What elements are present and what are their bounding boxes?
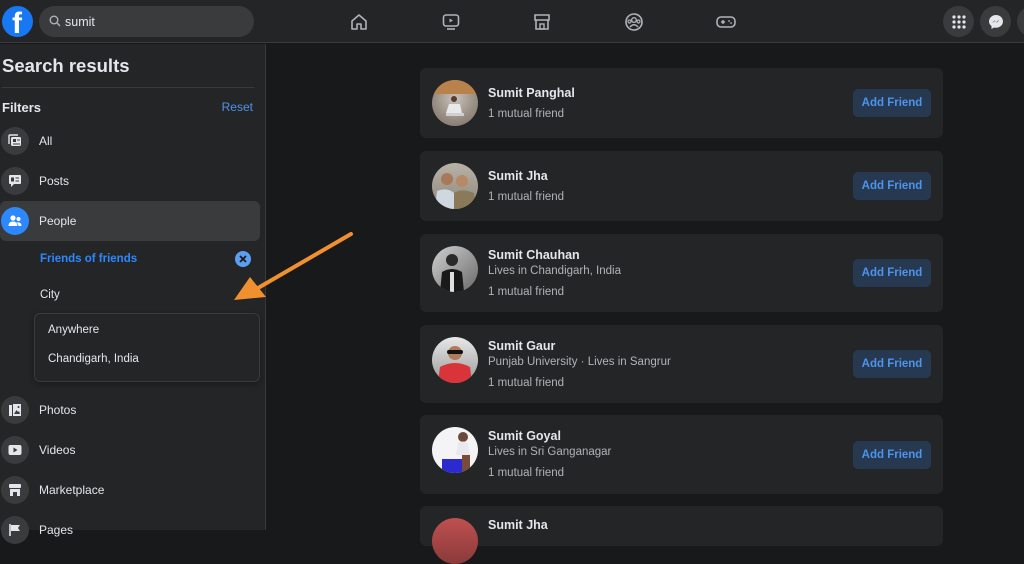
mutual-friends: 1 mutual friend (488, 377, 565, 389)
city-option-chandigarh[interactable]: Chandigarh, India (48, 353, 139, 365)
mutual-friends: 1 mutual friend (488, 286, 565, 298)
divider (2, 87, 254, 88)
menu-button[interactable] (943, 6, 974, 37)
mutual-friends: 1 mutual friend (488, 467, 565, 479)
avatar[interactable] (432, 337, 478, 383)
sidebar-item-label: All (39, 134, 53, 148)
sidebar-item-label: Pages (39, 523, 74, 537)
photos-icon (1, 396, 29, 424)
city-option-anywhere[interactable]: Anywhere (48, 324, 99, 336)
person-name[interactable]: Sumit Jha (488, 169, 548, 183)
search-icon (49, 15, 61, 27)
avatar[interactable] (432, 246, 478, 292)
person-name[interactable]: Sumit Panghal (488, 86, 575, 100)
person-detail: Lives in Chandigarh, India (488, 265, 621, 277)
sidebar-item-label: People (39, 214, 77, 228)
all-results-icon (1, 127, 29, 155)
filters-heading: Filters (2, 100, 42, 115)
facebook-logo[interactable]: f (2, 6, 33, 37)
person-detail: Punjab University · Lives in Sangrur (488, 356, 671, 368)
messenger-icon (988, 14, 1003, 29)
avatar[interactable] (432, 163, 478, 209)
gaming-icon[interactable] (709, 8, 743, 36)
sidebar-item-posts[interactable]: Posts (0, 161, 260, 201)
filter-friends-of-friends[interactable]: Friends of friends (40, 253, 137, 265)
home-icon[interactable] (342, 8, 376, 36)
groups-icon[interactable] (617, 8, 651, 36)
result-card[interactable]: Sumit Gaur Punjab University · Lives in … (420, 325, 943, 403)
menu-grid-icon (951, 14, 966, 29)
mutual-friends: 1 mutual friend (488, 191, 565, 203)
search-filters-sidebar: Search results Filters Reset All Posts P… (0, 44, 266, 544)
add-friend-button[interactable]: Add Friend (853, 172, 931, 200)
add-friend-button[interactable]: Add Friend (853, 259, 931, 287)
sidebar-item-label: Posts (39, 174, 70, 188)
city-dropdown: Anywhere Chandigarh, India (34, 313, 260, 382)
result-card[interactable]: Sumit Goyal Lives in Sri Ganganagar 1 mu… (420, 415, 943, 494)
notifications-button[interactable] (1017, 6, 1024, 37)
person-name[interactable]: Sumit Gaur (488, 339, 555, 353)
person-detail: Lives in Sri Ganganagar (488, 446, 612, 458)
add-friend-button[interactable]: Add Friend (853, 89, 931, 117)
messenger-button[interactable] (980, 6, 1011, 37)
close-icon (239, 255, 247, 263)
sidebar-item-label: Photos (39, 403, 77, 417)
posts-icon (1, 167, 29, 195)
add-friend-button[interactable]: Add Friend (853, 350, 931, 378)
avatar[interactable] (432, 80, 478, 126)
marketplace-icon[interactable] (525, 8, 559, 36)
sidebar-item-photos[interactable]: Photos (0, 390, 260, 430)
sidebar-item-pages[interactable]: Pages (0, 510, 260, 550)
sidebar-item-all[interactable]: All (0, 121, 260, 161)
add-friend-button[interactable]: Add Friend (853, 441, 931, 469)
sidebar-item-people[interactable]: People (0, 201, 260, 241)
reset-filters-link[interactable]: Reset (222, 100, 253, 114)
result-card[interactable]: Sumit Chauhan Lives in Chandigarh, India… (420, 234, 943, 312)
avatar[interactable] (432, 427, 478, 473)
sidebar-item-videos[interactable]: Videos (0, 430, 260, 470)
sidebar-item-label: Marketplace (39, 483, 105, 497)
marketplace-icon (1, 476, 29, 504)
city-filter-label: City (40, 289, 60, 301)
person-name[interactable]: Sumit Chauhan (488, 248, 580, 262)
page-title: Search results (2, 55, 130, 76)
avatar[interactable] (432, 518, 478, 564)
result-card[interactable]: Sumit Panghal 1 mutual friend Add Friend (420, 68, 943, 138)
mutual-friends: 1 mutual friend (488, 108, 565, 120)
videos-icon (1, 436, 29, 464)
result-card[interactable]: Sumit Jha 1 mutual friend Add Friend (420, 151, 943, 221)
top-navigation-bar: f (0, 0, 1024, 43)
search-input[interactable] (65, 6, 245, 37)
search-box[interactable] (39, 6, 254, 37)
clear-filter-button[interactable] (235, 251, 251, 267)
person-name[interactable]: Sumit Goyal (488, 429, 561, 443)
sidebar-item-marketplace[interactable]: Marketplace (0, 470, 260, 510)
people-icon (1, 207, 29, 235)
watch-icon[interactable] (434, 8, 468, 36)
sidebar-item-label: Videos (39, 443, 76, 457)
result-card[interactable]: Sumit Jha (420, 506, 943, 564)
pages-icon (1, 516, 29, 544)
